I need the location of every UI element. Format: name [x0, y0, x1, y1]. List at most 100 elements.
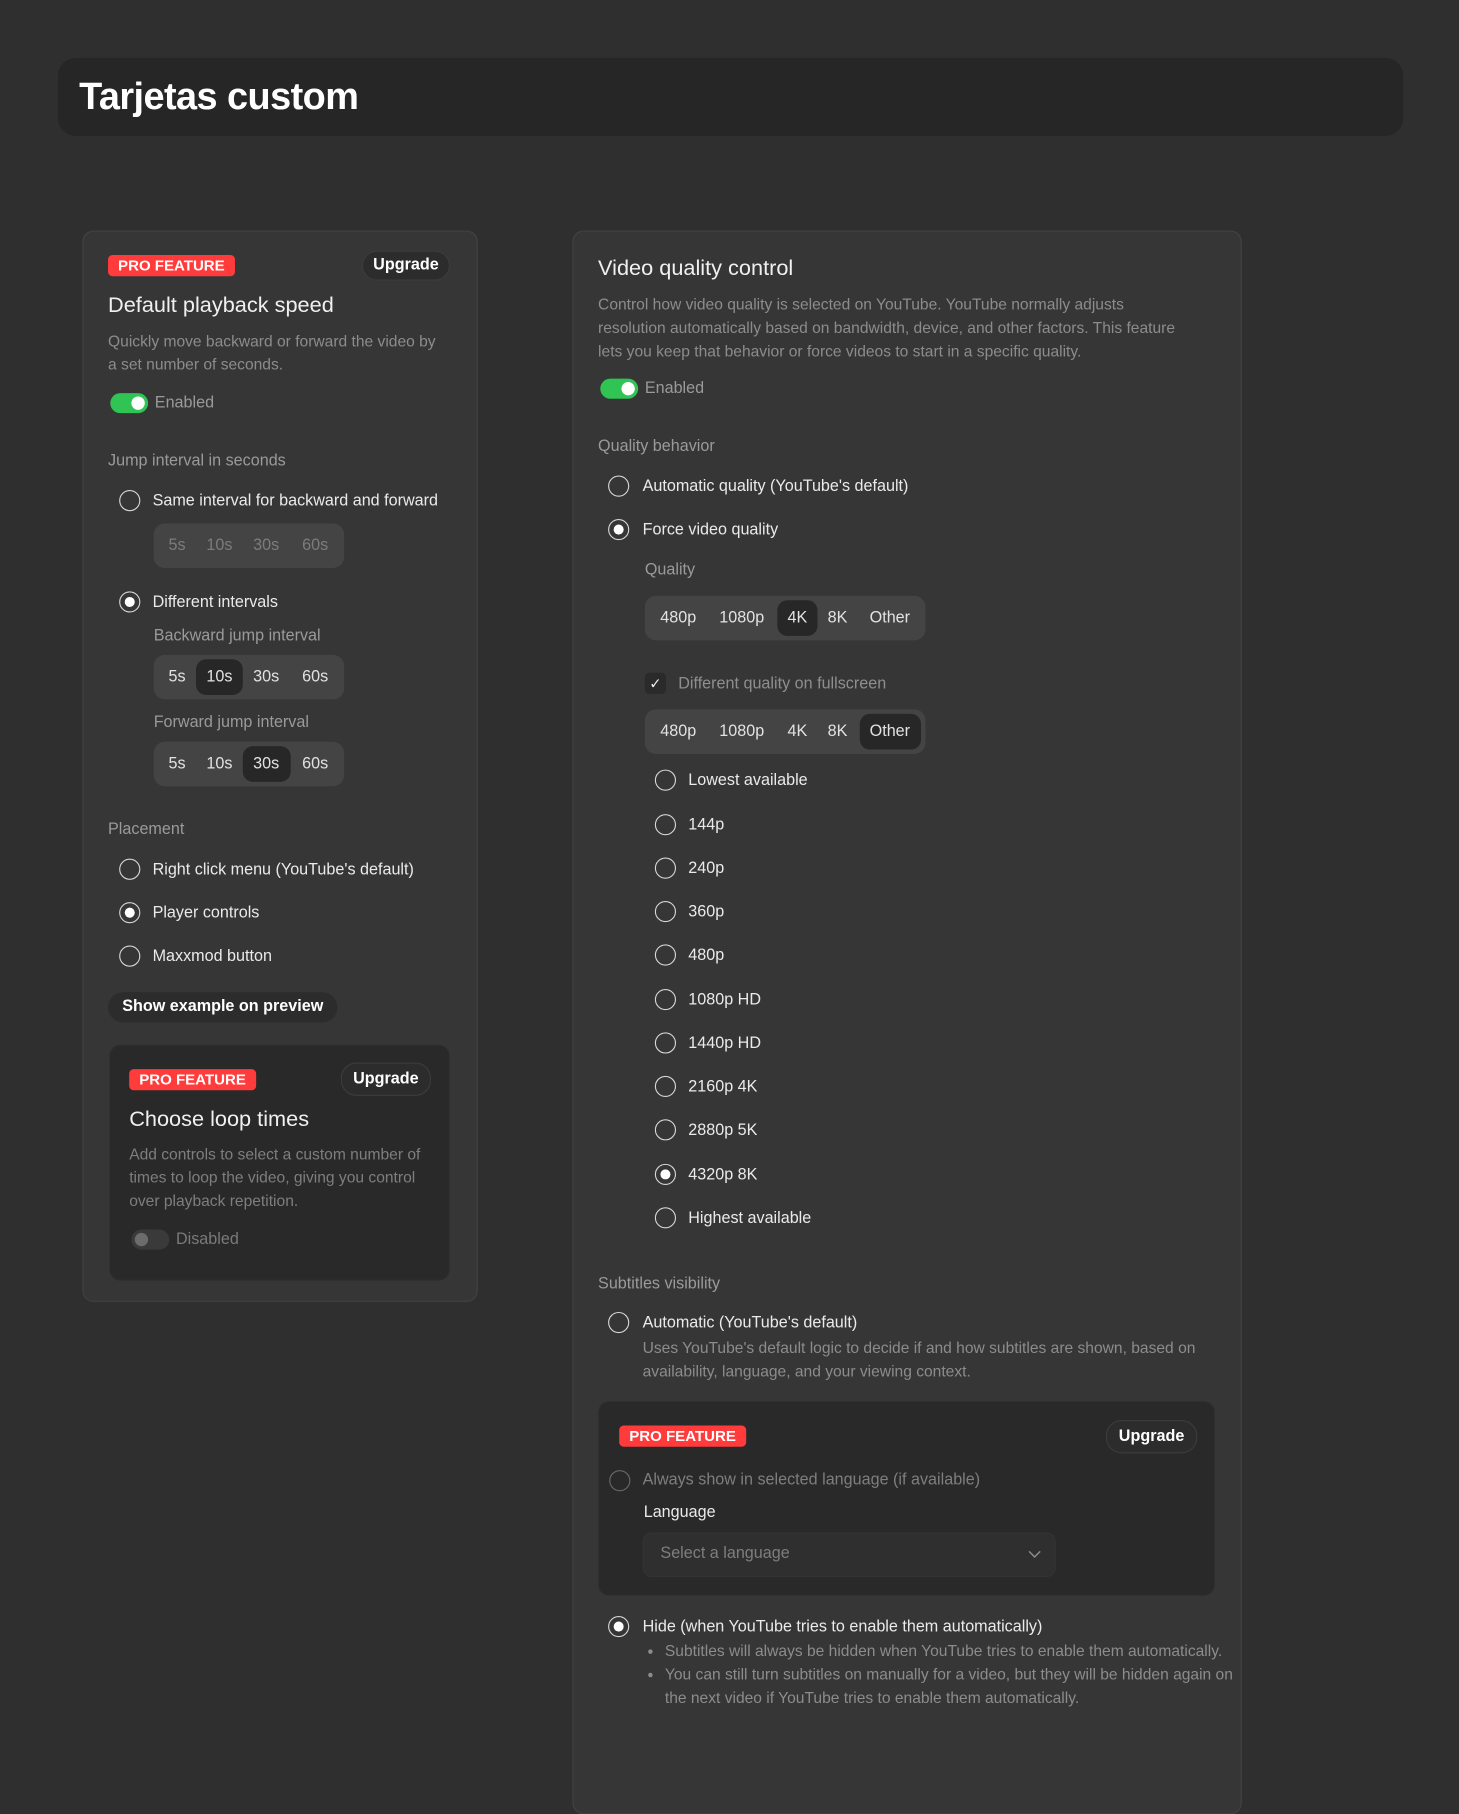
- card-description: Control how video quality is selected on…: [598, 295, 1176, 360]
- quality-option-other[interactable]: Other: [870, 596, 910, 641]
- subtitles-hide-label: Hide (when YouTube tries to enable them …: [642, 1618, 1043, 1637]
- fullscreen-option-8k[interactable]: 8K: [828, 709, 848, 754]
- same-interval-radio[interactable]: [119, 490, 141, 512]
- other-quality-radio[interactable]: [654, 1207, 677, 1229]
- toggle-label: Enabled: [644, 379, 705, 398]
- interval-option: 5s: [168, 536, 186, 555]
- subtitles-hide-radio[interactable]: [608, 1615, 630, 1638]
- other-quality-radio[interactable]: [654, 857, 677, 879]
- force-quality-label: Force video quality: [642, 521, 779, 540]
- pro-feature-badge: PRO FEATURE: [108, 255, 235, 277]
- fullscreen-label: Different quality on fullscreen: [678, 674, 887, 693]
- card-description: Quickly move backward or forward the vid…: [108, 331, 436, 374]
- other-quality-label: 360p: [688, 903, 725, 922]
- backward-option-10s[interactable]: 10s: [206, 655, 232, 700]
- pro-feature-badge: PRO FEATURE: [129, 1069, 256, 1091]
- quality-behavior-label: Quality behavior: [598, 437, 715, 456]
- backward-option-30s[interactable]: 30s: [253, 655, 279, 700]
- upgrade-button[interactable]: Upgrade: [340, 1062, 432, 1096]
- checkmark-icon: ✓: [649, 674, 662, 692]
- other-quality-label: 480p: [688, 946, 725, 965]
- page-title: Tarjetas custom: [79, 75, 359, 119]
- other-quality-radio[interactable]: [654, 1075, 677, 1097]
- fullscreen-option-other[interactable]: Other: [870, 709, 910, 754]
- subtitles-automatic-radio[interactable]: [608, 1311, 630, 1334]
- other-quality-label: 240p: [688, 859, 725, 878]
- forward-interval-label: Forward jump interval: [153, 713, 309, 732]
- quality-option-8k[interactable]: 8K: [828, 596, 848, 641]
- backward-interval-label: Backward jump interval: [153, 627, 321, 645]
- chevron-down-icon: [1028, 1550, 1041, 1559]
- upgrade-button[interactable]: Upgrade: [1105, 1419, 1198, 1454]
- fullscreen-checkbox[interactable]: ✓: [644, 672, 666, 694]
- other-quality-radio[interactable]: [654, 769, 677, 791]
- language-placeholder: Select a language: [660, 1544, 790, 1563]
- automatic-quality-radio[interactable]: [608, 475, 630, 497]
- placement-radio-right-click[interactable]: [119, 858, 141, 880]
- enabled-toggle[interactable]: [600, 378, 639, 399]
- other-quality-radio[interactable]: [654, 900, 677, 923]
- playback-speed-card: PRO FEATURE Upgrade Default playback spe…: [82, 230, 478, 1302]
- hide-bullets: Subtitles will always be hidden when You…: [643, 1639, 1244, 1709]
- placement-radio-maxxmod[interactable]: [119, 945, 141, 967]
- other-quality-label: 2880p 5K: [688, 1121, 758, 1140]
- subtitles-automatic-label: Automatic (YouTube's default): [642, 1314, 858, 1332]
- interval-option: 30s: [253, 536, 280, 555]
- card-title: Default playback speed: [108, 292, 334, 318]
- other-quality-label: 144p: [688, 816, 725, 835]
- other-quality-radio[interactable]: [654, 1032, 677, 1054]
- placement-label-right-click: Right click menu (YouTube's default): [152, 860, 414, 879]
- forward-option-60s[interactable]: 60s: [302, 742, 328, 787]
- quality-option-480p[interactable]: 480p: [660, 596, 696, 641]
- always-show-label: Always show in selected language (if ava…: [642, 1471, 981, 1490]
- other-quality-radio[interactable]: [654, 988, 677, 1011]
- quality-label: Quality: [644, 561, 696, 580]
- card-title: Choose loop times: [129, 1107, 310, 1132]
- other-quality-radio[interactable]: [654, 814, 677, 836]
- placement-radio-player-controls[interactable]: [119, 902, 141, 924]
- backward-option-5s[interactable]: 5s: [169, 655, 186, 700]
- other-quality-radio[interactable]: [654, 1119, 677, 1141]
- quality-option-1080p[interactable]: 1080p: [719, 596, 764, 641]
- card-title: Video quality control: [598, 256, 794, 281]
- backward-option-60s[interactable]: 60s: [302, 655, 328, 700]
- placement-label: Placement: [108, 820, 185, 839]
- placement-label-player-controls: Player controls: [152, 904, 260, 923]
- other-quality-label: 1080p HD: [688, 991, 761, 1010]
- hide-bullet: Subtitles will always be hidden when You…: [665, 1639, 1244, 1662]
- automatic-quality-label: Automatic quality (YouTube's default): [642, 477, 909, 496]
- toggle-label: Disabled: [175, 1230, 239, 1249]
- other-quality-radio[interactable]: [654, 1163, 677, 1185]
- other-quality-label: 4320p 8K: [688, 1166, 758, 1184]
- force-quality-radio[interactable]: [608, 518, 630, 541]
- card-description: Add controls to select a custom number o…: [129, 1144, 421, 1210]
- quality-option-4k[interactable]: 4K: [788, 596, 808, 641]
- page-header: Tarjetas custom: [57, 57, 1404, 136]
- always-show-radio[interactable]: [609, 1470, 631, 1492]
- subtitles-visibility-label: Subtitles visibility: [598, 1275, 721, 1294]
- other-quality-radio[interactable]: [654, 944, 677, 966]
- enabled-toggle[interactable]: [110, 393, 149, 414]
- language-label: Language: [643, 1503, 716, 1522]
- fullscreen-quality-segmented: 480p 1080p 4K 8K Other: [644, 709, 926, 754]
- disabled-toggle[interactable]: [131, 1229, 170, 1250]
- forward-option-10s[interactable]: 10s: [206, 742, 232, 787]
- backward-interval-segmented: 5s 10s 30s 60s: [153, 654, 345, 700]
- fullscreen-option-1080p[interactable]: 1080p: [719, 709, 764, 754]
- forward-option-30s[interactable]: 30s: [253, 742, 279, 787]
- placement-label-maxxmod: Maxxmod button: [152, 947, 272, 966]
- upgrade-button[interactable]: Upgrade: [361, 250, 450, 281]
- interval-option: 10s: [206, 536, 233, 555]
- other-quality-label: 2160p 4K: [688, 1078, 758, 1096]
- forward-option-5s[interactable]: 5s: [169, 742, 186, 787]
- fullscreen-option-4k[interactable]: 4K: [788, 709, 808, 754]
- other-quality-label: 1440p HD: [688, 1034, 761, 1053]
- same-interval-label: Same interval for backward and forward: [152, 492, 439, 511]
- other-quality-label: Highest available: [688, 1209, 812, 1228]
- jump-interval-label: Jump interval in seconds: [108, 452, 286, 470]
- different-intervals-radio[interactable]: [119, 591, 141, 613]
- language-select[interactable]: Select a language: [642, 1532, 1056, 1577]
- show-example-button[interactable]: Show example on preview: [108, 992, 338, 1023]
- fullscreen-option-480p[interactable]: 480p: [660, 709, 696, 754]
- hide-bullet: You can still turn subtitles on manually…: [665, 1663, 1244, 1710]
